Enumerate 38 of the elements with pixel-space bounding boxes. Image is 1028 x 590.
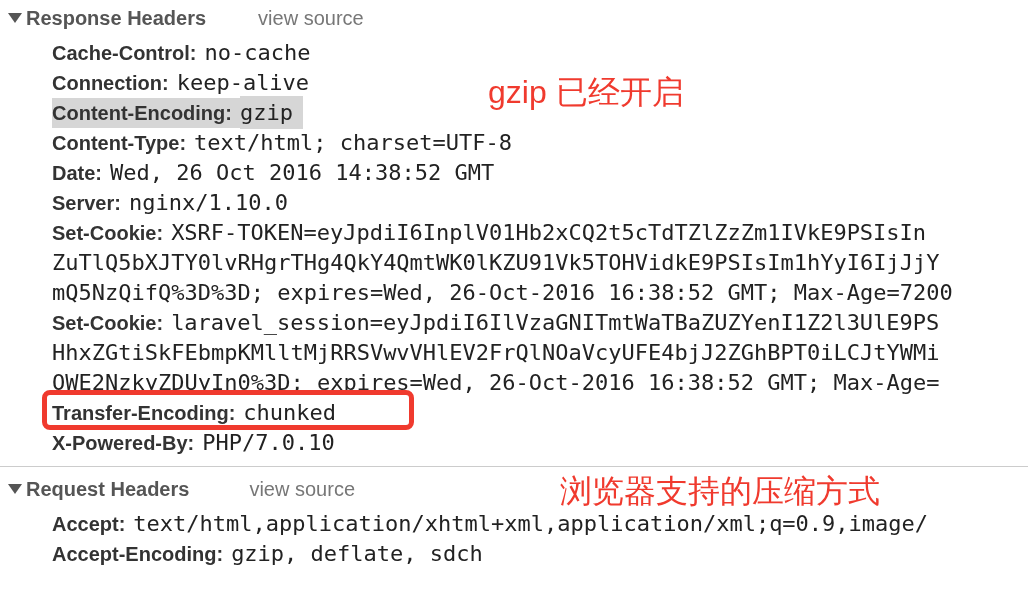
header-value: laravel_session=eyJpdiI6IlVzaGNITmtWaTBaZUZYenI1Z2l3UlE9PS [171, 309, 940, 337]
section-title: Request Headers [26, 477, 190, 502]
header-value: nginx/1.10.0 [128, 189, 288, 217]
header-value: HhxZGtiSkFEbmpKMlltMjRRSVwvVHlEV2FrQlNOaVcyUFE4bjJ2ZGhBPT0iLCJtYWMi [52, 339, 940, 367]
view-source-link[interactable]: view source [258, 3, 364, 33]
header-name: Accept-Encoding: [52, 542, 225, 567]
header-value: text/html; charset=UTF-8 [194, 129, 512, 157]
header-name: Accept: [52, 512, 127, 537]
header-name: Content-Encoding: [52, 98, 240, 128]
header-name: Transfer-Encoding: [52, 401, 237, 426]
header-name: Cache-Control: [52, 41, 198, 66]
header-value: keep-alive [176, 69, 310, 97]
header-value: gzip, deflate, sdch [231, 540, 483, 568]
header-value: text/html,application/xhtml+xml,application/xml;q=0.9,image/ [133, 510, 929, 538]
header-name: Date: [52, 161, 103, 186]
header-name: X-Powered-By: [52, 431, 196, 456]
header-value: OWE2NzkyZDUyIn0%3D; expires=Wed, 26-Oct-2016 16:38:52 GMT; Max-Age= [52, 369, 940, 397]
header-name: Set-Cookie: [52, 311, 165, 336]
header-value: ZuTlQ5bXJTY0lvRHgrTHg4QkY4QmtWK0lKZU91Vk5TOHVidkE9PSIsIm1hYyI6IjJjY [52, 249, 940, 277]
disclosure-triangle-icon [8, 483, 22, 495]
header-value: gzip [239, 96, 303, 129]
header-value: chunked [243, 399, 337, 427]
section-toggle[interactable]: Response Headers [8, 3, 207, 33]
header-value: mQ5NzQifQ%3D%3D; expires=Wed, 26-Oct-2016 16:38:52 GMT; Max-Age=7200 [52, 279, 953, 307]
annotation-text: 浏览器支持的压缩方式 [560, 472, 880, 511]
view-source-link[interactable]: view source [249, 474, 355, 504]
header-name: Connection: [52, 71, 170, 96]
header-name: Set-Cookie: [52, 221, 165, 246]
header-name: Server: [52, 191, 122, 216]
section-toggle[interactable]: Request Headers [8, 474, 190, 504]
header-value: no-cache [204, 39, 311, 67]
header-value: PHP/7.0.10 [202, 429, 335, 457]
annotation-text: gzip 已经开启 [488, 73, 684, 112]
header-name: Content-Type: [52, 131, 188, 156]
header-value: Wed, 26 Oct 2016 14:38:52 GMT [110, 159, 495, 187]
section-title: Response Headers [26, 6, 207, 31]
disclosure-triangle-icon [8, 12, 22, 24]
header-value: XSRF-TOKEN=eyJpdiI6InplV01Hb2xCQ2t5cTdTZlZzZm1IVkE9PSIsIn [171, 219, 927, 247]
